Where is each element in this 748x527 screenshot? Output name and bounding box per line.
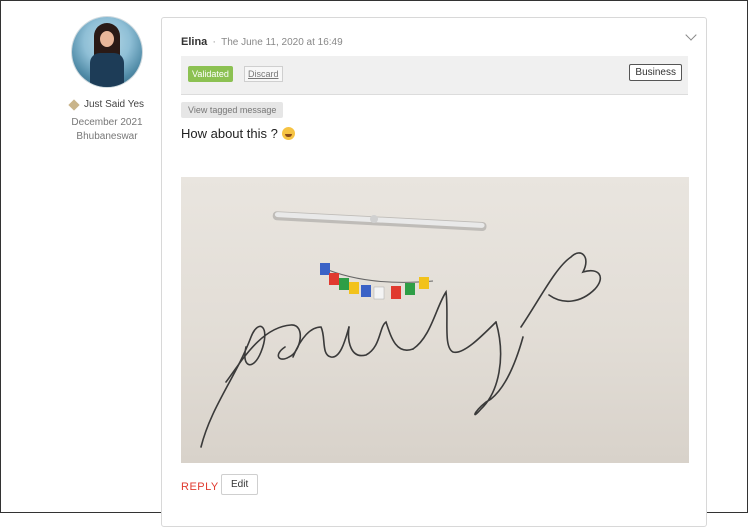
author-location: Bhubaneswar	[76, 131, 138, 142]
post-message: How about this ?	[181, 126, 295, 141]
view-tagged-message-button[interactable]: View tagged message	[181, 102, 284, 118]
grinning-face-icon	[281, 127, 295, 140]
discard-button[interactable]: Discard	[244, 66, 283, 82]
validated-badge: Validated	[188, 66, 233, 82]
wire-stroke-5	[412, 289, 497, 353]
flag-yellow-2	[419, 277, 429, 289]
avatar-face	[100, 31, 114, 47]
author-badge: Just Said Yes	[61, 98, 153, 111]
separator: ·	[212, 36, 217, 48]
flag-red-2	[391, 286, 401, 299]
post-author-name[interactable]: Elina	[181, 36, 207, 48]
wire-stroke-3	[292, 326, 350, 358]
flag-green	[339, 278, 349, 290]
avatar[interactable]	[72, 17, 142, 87]
photo-illustration	[200, 211, 602, 448]
flag-white	[373, 286, 385, 300]
author-date: December 2021	[71, 117, 143, 128]
flag-yellow	[349, 282, 359, 294]
post-message-text: How about this ?	[181, 126, 278, 141]
post-header: Elina · The June 11, 2020 at 16:49	[181, 36, 343, 48]
category-badge[interactable]: Business	[629, 64, 682, 81]
flag-red	[329, 273, 339, 285]
post-date: The June 11, 2020 at 16:49	[221, 37, 343, 48]
wire-stroke-2	[225, 324, 301, 383]
tube-light-holder	[370, 215, 378, 223]
reply-button[interactable]: REPLY	[181, 481, 219, 493]
diamond-icon	[68, 98, 80, 111]
edit-button[interactable]: Edit	[221, 474, 259, 495]
flag-green-2	[405, 283, 415, 295]
flag-blue-2	[361, 285, 371, 297]
flag-blue	[320, 263, 330, 275]
wire-stroke-4	[347, 320, 414, 357]
post-photo[interactable]	[181, 177, 689, 463]
author-meta: December 2021 Bhubaneswar	[61, 116, 153, 144]
wire-heart	[520, 252, 602, 328]
author-panel: Just Said Yes December 2021 Bhubaneswar	[61, 17, 153, 144]
author-badge-label: Just Said Yes	[83, 99, 145, 110]
avatar-body	[90, 53, 124, 87]
moderation-bar: Validated Discard Business	[181, 56, 688, 95]
